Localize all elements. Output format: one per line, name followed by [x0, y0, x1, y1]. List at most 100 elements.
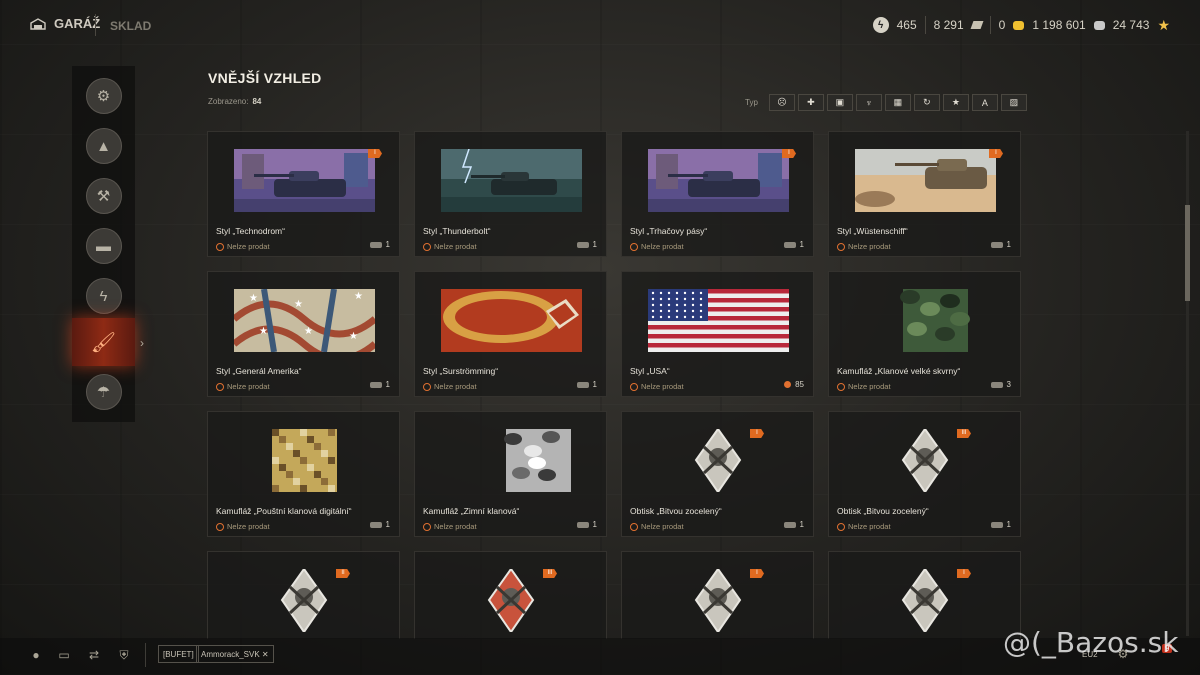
items-grid: I Styl „Technodrom“ Nelze prodat 1 Styl „Thu…: [207, 131, 1023, 639]
shown-count: Zobrazeno: 84: [208, 97, 261, 106]
item-card[interactable]: I: [621, 551, 814, 639]
cannot-sell-icon: [837, 382, 845, 391]
filter-decal-button[interactable]: ★: [942, 94, 969, 111]
item-card[interactable]: Kamufláž „Klanové velké skvrny“ Nelze pro…: [828, 271, 1021, 397]
gold-icon: [1013, 20, 1025, 30]
tank-count-icon: [990, 381, 1003, 388]
profile-icon[interactable]: ●: [29, 648, 43, 662]
filter-modification-button[interactable]: ↻: [913, 94, 940, 111]
player-tag[interactable]: Ammorack_SVK ✕: [196, 645, 274, 663]
sell-status-text: Nelze prodat: [848, 522, 891, 531]
filter-style-button[interactable]: ☹: [768, 94, 795, 111]
storage-sidebar: ⚙ ▲ ⚒ ▬ ϟ 🖌 ☂: [72, 66, 135, 422]
item-count: 3: [990, 380, 1011, 389]
sidebar-item-directives[interactable]: ϟ: [72, 272, 135, 320]
cannot-sell-icon: [630, 382, 638, 391]
item-count-value: 85: [795, 380, 804, 389]
item-card[interactable]: I Styl „Technodrom“ Nelze prodat 1: [207, 131, 400, 257]
item-card[interactable]: ★ ★ ★ ★ ★ ★ Styl „Generál Amerika“ Nelze prodat…: [207, 271, 400, 397]
cannot-sell-icon: [216, 382, 224, 391]
scrollbar-thumb[interactable]: [1185, 205, 1190, 301]
sidebar-item-customization[interactable]: 🖌: [72, 318, 135, 366]
filter-emblem-button[interactable]: ♆: [855, 94, 882, 111]
sidebar-item-consumables[interactable]: ⚙: [72, 72, 135, 120]
cannot-sell-icon: [837, 242, 845, 251]
sell-status-text: Nelze prodat: [227, 522, 270, 531]
item-card[interactable]: III: [414, 551, 607, 639]
platoon-tag[interactable]: [BUFET]: [158, 645, 199, 663]
item-card[interactable]: Kamufláž „Zimní klanová“ Nelze prodat 1: [414, 411, 607, 537]
sell-status-text: Nelze prodat: [641, 382, 684, 391]
svg-text:★: ★: [349, 331, 358, 342]
item-card[interactable]: II: [207, 551, 400, 639]
consumables-icon: ⚙: [85, 78, 122, 114]
garage-icon: [30, 17, 46, 30]
garage-tab[interactable]: GARÁŽ: [30, 16, 100, 31]
filter-effect-button[interactable]: ✚: [797, 94, 824, 111]
cannot-sell-icon: [837, 522, 845, 531]
silver-value: 24 743: [1112, 18, 1150, 32]
item-card[interactable]: Kamufláž „Pouštní klanová digitální“ Nelz…: [207, 411, 400, 537]
item-card[interactable]: Styl „Thunderbolt“ Nelze prodat 1: [414, 131, 607, 257]
item-count-value: 1: [1006, 520, 1011, 529]
item-count-value: 1: [385, 380, 390, 389]
level-badge: III: [957, 429, 971, 438]
sidebar-item-tanks[interactable]: ▬: [72, 222, 135, 270]
item-name: Styl „Wüstenschiff“: [837, 226, 908, 236]
sidebar-item-crew[interactable]: ☂: [72, 368, 135, 416]
filter-camouflage-button[interactable]: ▣: [826, 94, 853, 111]
customization-preview-image: [855, 149, 996, 212]
handshake-icon[interactable]: ⇄: [87, 648, 101, 662]
level-badge: III: [543, 569, 557, 578]
level-badge: II: [336, 569, 350, 578]
currency-panel: ϟ 465 8 291 0 1 198 601 24 743 ★: [872, 16, 1170, 34]
item-count-value: 1: [799, 240, 804, 249]
clan-shield-icon[interactable]: ⛨: [117, 648, 131, 662]
bottom-divider: [145, 643, 146, 667]
customization-preview-image: ★ ★ ★ ★ ★ ★: [231, 288, 378, 363]
sidebar-item-equipment[interactable]: ⚒: [72, 172, 135, 220]
item-card[interactable]: Styl „Surströmming“ Nelze prodat 1: [414, 271, 607, 397]
tank-count-icon: [576, 241, 589, 248]
item-card[interactable]: I: [828, 551, 1021, 639]
filter-paint-button[interactable]: ▦: [884, 94, 911, 111]
filter-projection-button[interactable]: ▨: [1000, 94, 1027, 111]
level-badge: I: [368, 149, 382, 158]
cannot-sell-icon: [423, 242, 431, 251]
storage-tab[interactable]: SKLAD: [110, 19, 151, 33]
item-count-value: 1: [1006, 240, 1011, 249]
item-card[interactable]: I Styl „Wüstenschiff“ Nelze prodat 1: [828, 131, 1021, 257]
cannot-sell-icon: [630, 242, 638, 251]
item-card[interactable]: I Obtisk „Bitvou zocelený“ Nelze prodat 1: [621, 411, 814, 537]
sell-status: Nelze prodat: [423, 382, 477, 391]
item-card[interactable]: III Obtisk „Bitvou zocelený“ Nelze prodat 1: [828, 411, 1021, 537]
customization-preview-image: [234, 149, 375, 212]
bonds-value: 8 291: [933, 18, 964, 32]
emblem-decal-image: [648, 567, 789, 634]
tank-count-icon: [576, 521, 589, 528]
sell-status: Nelze prodat: [216, 242, 270, 251]
item-card[interactable]: I Styl „Trhačovy pásy“ Nelze prodat 1: [621, 131, 814, 257]
level-badge: I: [750, 569, 764, 578]
item-card[interactable]: Styl „USA“ Nelze prodat 85: [621, 271, 814, 397]
chat-icon[interactable]: ▭: [57, 648, 71, 662]
top-bar: GARÁŽ SKLAD ϟ 465 8 291 0 1 198 601 24 7…: [0, 0, 1200, 50]
svg-text:★: ★: [294, 299, 303, 310]
emblem-decal-image: [648, 427, 789, 494]
item-name: Styl „Generál Amerika“: [216, 366, 302, 376]
item-count: 1: [576, 380, 597, 389]
shells-icon: ▲: [85, 128, 122, 164]
cannot-sell-icon: [423, 522, 431, 531]
customization-preview-image: [441, 289, 582, 352]
level-badge: I: [989, 149, 1003, 158]
customization-preview-image: [855, 289, 996, 352]
sell-status-text: Nelze prodat: [227, 242, 270, 251]
sell-status: Nelze prodat: [630, 382, 684, 391]
tank-count-icon: [369, 381, 382, 388]
customization-preview-image: [234, 429, 375, 492]
filter-label: Typ: [745, 98, 758, 107]
filter-inscription-button[interactable]: A: [971, 94, 998, 111]
sell-status: Nelze prodat: [837, 522, 891, 531]
sidebar-item-shells[interactable]: ▲: [72, 122, 135, 170]
garage-label: GARÁŽ: [54, 16, 101, 31]
